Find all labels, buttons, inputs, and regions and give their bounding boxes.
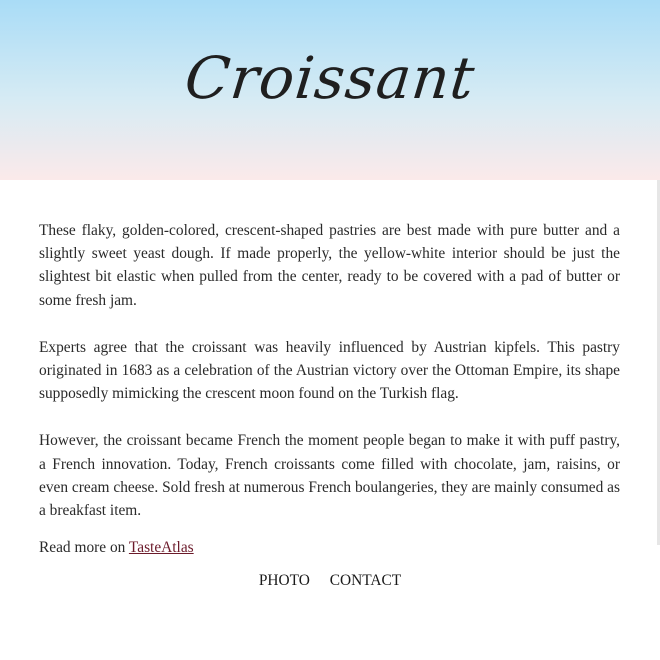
- source-line: Read more on TasteAtlas: [39, 538, 194, 558]
- nav-contact-link[interactable]: CONTACT: [330, 571, 401, 591]
- article-paragraph: However, the croissant became French the…: [39, 432, 620, 520]
- footer-nav: PHOTO CONTACT: [0, 571, 660, 591]
- article-body: These flaky, golden-colored, crescent-sh…: [39, 219, 620, 546]
- article-paragraph: Experts agree that the croissant was hea…: [39, 338, 620, 403]
- page-title: Croissant: [181, 44, 479, 112]
- nav-photo-link[interactable]: PHOTO: [259, 571, 310, 591]
- article-paragraph: These flaky, golden-colored, crescent-sh…: [39, 222, 620, 309]
- source-link[interactable]: TasteAtlas: [129, 539, 194, 556]
- source-prefix: Read more on: [39, 539, 129, 556]
